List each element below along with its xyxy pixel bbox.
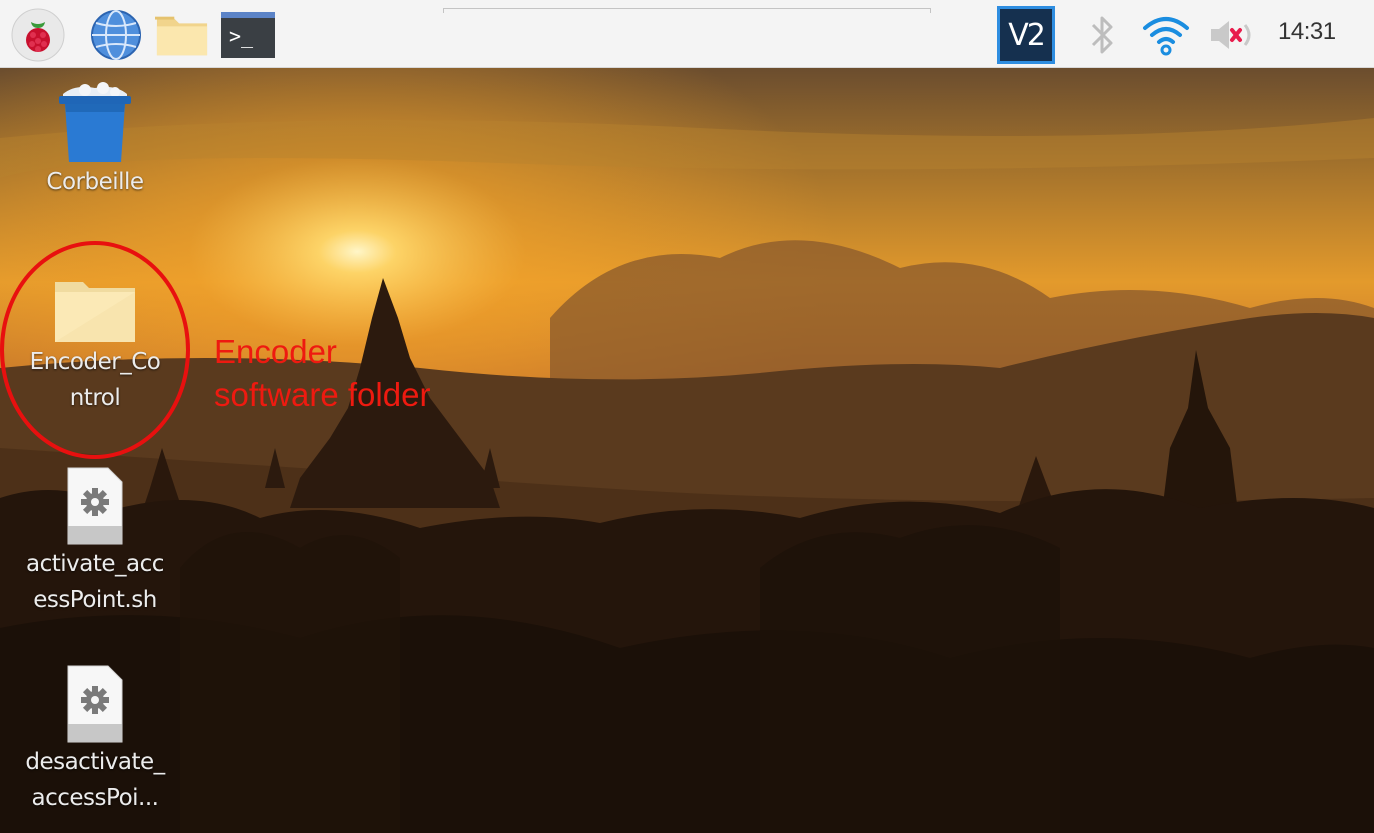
terminal-button[interactable]: >_ [221, 8, 275, 62]
annotation-circle [0, 241, 190, 459]
raspberry-icon [11, 8, 65, 62]
vnc-label: V2 [1008, 17, 1046, 53]
desktop-wallpaper [0, 68, 1374, 833]
desktop-icon-label: Corbeille [46, 169, 144, 195]
script-file-icon [67, 467, 123, 545]
annotation-line-1: Encoder [214, 333, 337, 370]
trash-icon [59, 82, 131, 162]
web-browser-button[interactable] [89, 8, 143, 62]
wifi-icon [1143, 17, 1189, 56]
desktop-icon-label: activate_acc essPoint.sh [26, 551, 164, 613]
raspberry-menu-button[interactable] [11, 8, 65, 62]
globe-icon [91, 10, 141, 60]
desktop-icon-desactivate-accesspoint-script[interactable]: desactivate_ accessPoi... [15, 662, 175, 816]
desktop-icon-trash[interactable]: Corbeille [15, 82, 175, 200]
terminal-icon: >_ [221, 12, 275, 58]
taskbar-window-list[interactable] [443, 8, 931, 13]
bluetooth-tray-button[interactable] [1082, 10, 1122, 60]
annotation-text: Encoder software folder [214, 330, 430, 416]
terminal-glyph: >_ [229, 24, 254, 48]
bluetooth-icon [1091, 16, 1113, 54]
folder-icon [155, 16, 208, 56]
script-file-icon [67, 665, 123, 743]
annotation-line-2: software folder [214, 376, 431, 413]
taskbar: >_ V2 14:31 [0, 0, 1374, 68]
desktop-icon-label: desactivate_ accessPoi... [25, 749, 165, 811]
vnc-tray-button[interactable]: V2 [996, 6, 1056, 64]
volume-muted-icon [1211, 21, 1251, 49]
volume-tray-button[interactable] [1206, 10, 1258, 60]
file-manager-button[interactable] [155, 8, 209, 62]
desktop-icon-activate-accesspoint-script[interactable]: activate_acc essPoint.sh [15, 464, 175, 618]
wifi-tray-button[interactable] [1140, 10, 1192, 60]
clock[interactable]: 14:31 [1278, 18, 1336, 46]
vnc-icon: V2 [997, 6, 1055, 64]
